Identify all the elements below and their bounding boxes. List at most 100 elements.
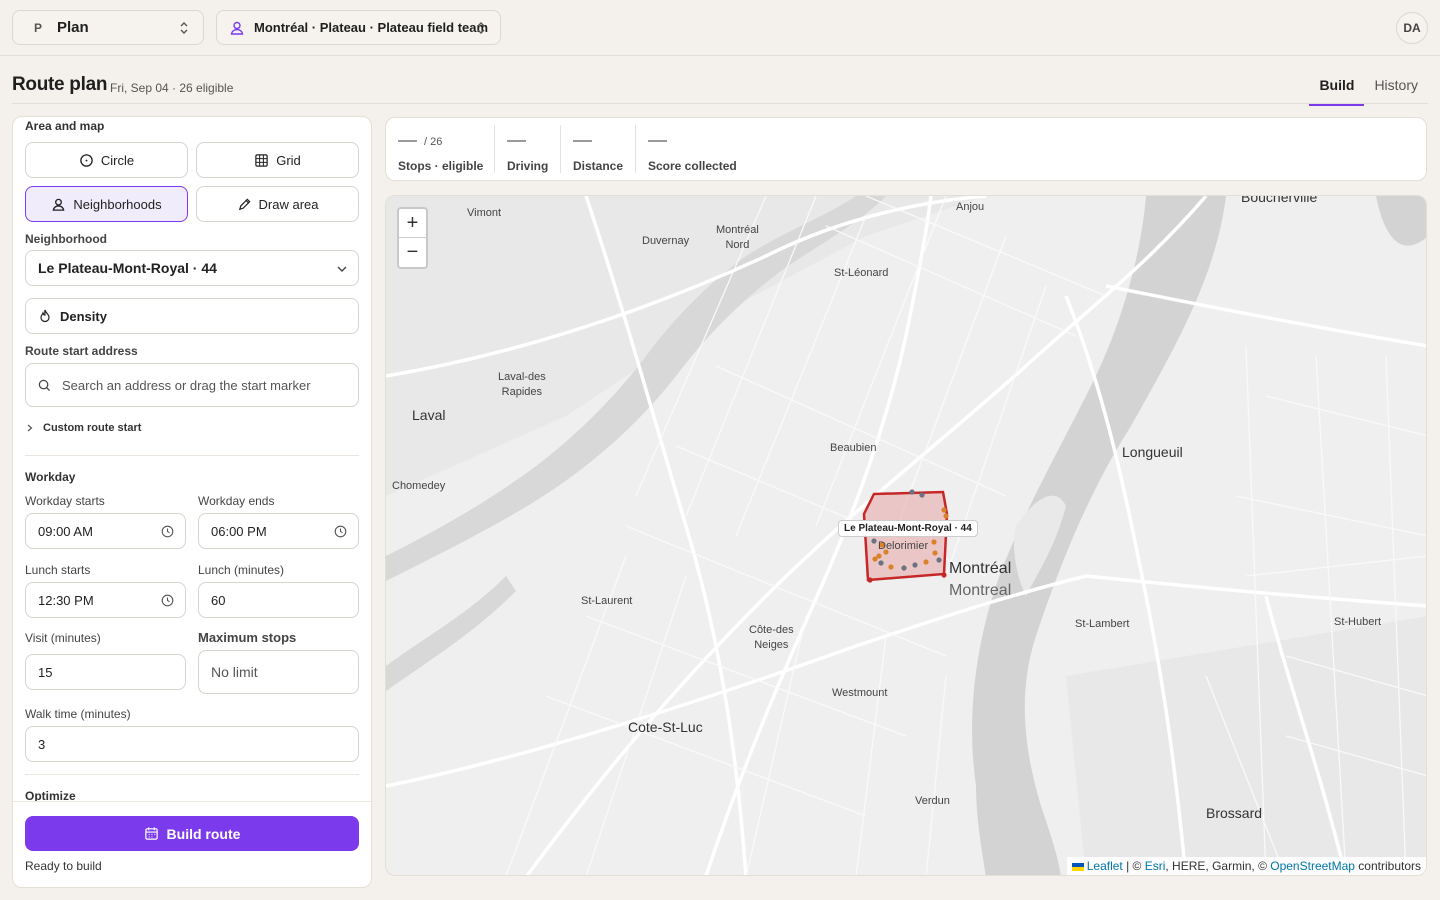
route-map[interactable]: + − Vimont Duvernay Montréal Nord Anjou … [385, 195, 1427, 876]
stat-distance: Distance [561, 118, 635, 180]
map-label: St-Laurent [581, 595, 633, 607]
clock-icon[interactable] [161, 594, 174, 607]
workday-ends-label: Workday ends [198, 494, 275, 508]
map-label: Chomedey [392, 480, 446, 492]
user-icon [52, 198, 65, 211]
density-label: Density [60, 308, 107, 324]
flame-icon [40, 309, 50, 323]
grid-icon [255, 153, 268, 167]
map-label: Vimont [467, 207, 502, 219]
walk-time-input[interactable]: 3 [25, 726, 359, 762]
lunch-starts-label: Lunch starts [25, 563, 91, 577]
circle-icon [80, 153, 93, 167]
neighborhood-select[interactable]: Le Plateau-Mont-Royal · 44 [25, 250, 359, 286]
clock-icon[interactable] [161, 525, 174, 538]
team-label: Montréal · Plateau · Plateau field team [254, 20, 489, 35]
workday-section-label: Workday [25, 470, 76, 484]
start-address-placeholder: Search an address or drag the start mark… [62, 377, 311, 393]
lunch-starts-input[interactable]: 12:30 PM [25, 582, 186, 618]
stat-score-label: Score collected [648, 159, 737, 173]
plan-selector[interactable]: P Plan [12, 10, 204, 45]
calendar-icon [144, 827, 158, 840]
settings-scroll-area[interactable]: Area and map Circle Grid Neighborhoods D… [13, 117, 371, 803]
walk-time-label: Walk time (minutes) [25, 707, 131, 721]
stat-distance-value [573, 140, 592, 142]
workday-starts-input[interactable]: 09:00 AM [25, 513, 186, 549]
tab-bar: Build History [1309, 68, 1428, 106]
clock-icon[interactable] [334, 525, 347, 538]
max-stops-label: Maximum stops [198, 630, 297, 645]
density-button[interactable]: Density [25, 298, 359, 334]
workday-ends-input[interactable]: 06:00 PM [198, 513, 359, 549]
map-label: St-Léonard [834, 267, 889, 279]
zoom-out-button[interactable]: − [399, 238, 426, 267]
search-icon [38, 379, 51, 391]
map-label: Laval-des Rapides [498, 371, 546, 398]
grid-mode-label: Grid [276, 152, 301, 168]
map-label: St-Hubert [1334, 616, 1382, 628]
map-label: Brossard [1206, 805, 1263, 821]
tab-build[interactable]: Build [1309, 68, 1365, 106]
start-address-input[interactable]: Search an address or drag the start mark… [25, 363, 359, 407]
lunch-starts-value: 12:30 PM [38, 592, 94, 608]
custom-start-toggle[interactable]: Custom route start [25, 422, 141, 434]
build-route-label: Build route [166, 825, 241, 842]
draw-area-label: Draw area [258, 196, 319, 212]
max-stops-input[interactable]: No limit [198, 650, 359, 694]
chevron-updown-icon [180, 22, 188, 34]
zoom-in-button[interactable]: + [399, 209, 426, 238]
stat-driving: Driving [495, 118, 560, 180]
map-label: Boucherville [1241, 195, 1318, 205]
circle-mode-button[interactable]: Circle [25, 142, 188, 178]
visit-minutes-input[interactable]: 15 [25, 654, 186, 690]
neighborhood-label: Neighborhood [25, 232, 107, 246]
osm-link[interactable]: OpenStreetMap [1270, 859, 1355, 873]
start-address-label: Route start address [25, 344, 138, 358]
stat-stops-total: / 26 [424, 136, 443, 148]
user-icon [230, 21, 244, 35]
chevron-down-icon [337, 266, 347, 272]
map-label: Montréal [949, 560, 1012, 577]
avatar[interactable]: DA [1396, 12, 1428, 44]
lunch-minutes-value: 60 [211, 592, 226, 608]
route-stats: / 26 Stops · eligible Driving Distance S… [385, 117, 1427, 181]
stat-score: Score collected [636, 118, 756, 180]
max-stops-placeholder: No limit [211, 664, 258, 680]
lunch-minutes-input[interactable]: 60 [198, 582, 359, 618]
map-label: Verdun [915, 795, 950, 807]
stat-stops-label: Stops · eligible [398, 159, 484, 173]
circle-mode-label: Circle [100, 152, 135, 168]
neighborhoods-mode-button[interactable]: Neighborhoods [25, 186, 188, 222]
map-label: Montreal [949, 582, 1012, 599]
section-divider [25, 455, 359, 456]
stat-driving-value [507, 140, 526, 142]
workday-starts-value: 09:00 AM [38, 523, 93, 539]
map-label: St-Lambert [1075, 618, 1130, 630]
zoom-control: + − [397, 207, 428, 269]
header-divider [12, 103, 1428, 104]
map-label: Côte-des Neiges [749, 624, 794, 651]
chevron-updown-icon [477, 22, 485, 34]
grid-mode-button[interactable]: Grid [196, 142, 359, 178]
team-selector[interactable]: Montréal · Plateau · Plateau field team [216, 10, 501, 45]
build-route-button[interactable]: Build route [25, 816, 359, 851]
map-label: Anjou [956, 201, 985, 213]
stat-distance-label: Distance [573, 159, 624, 173]
ukraine-flag-icon [1071, 862, 1084, 871]
map-label: Cote-St-Luc [628, 719, 703, 735]
walk-time-value: 3 [38, 736, 46, 752]
tab-history[interactable]: History [1364, 68, 1428, 106]
page-title: Route plan [12, 74, 108, 95]
esri-link[interactable]: Esri [1145, 859, 1166, 873]
stat-score-value [648, 140, 667, 142]
status-text: Ready to build [25, 859, 102, 873]
leaflet-link[interactable]: Leaflet [1087, 859, 1123, 873]
workday-ends-value: 06:00 PM [211, 523, 267, 539]
attribution-providers: , HERE, Garmin, © [1165, 859, 1271, 873]
settings-panel: Area and map Circle Grid Neighborhoods D… [12, 116, 372, 888]
draw-area-button[interactable]: Draw area [196, 186, 359, 222]
plan-label: Plan [57, 19, 89, 36]
workday-starts-label: Workday starts [25, 494, 105, 508]
map-label: Montréal Nord [716, 224, 759, 251]
visit-minutes-label: Visit (minutes) [25, 631, 101, 645]
